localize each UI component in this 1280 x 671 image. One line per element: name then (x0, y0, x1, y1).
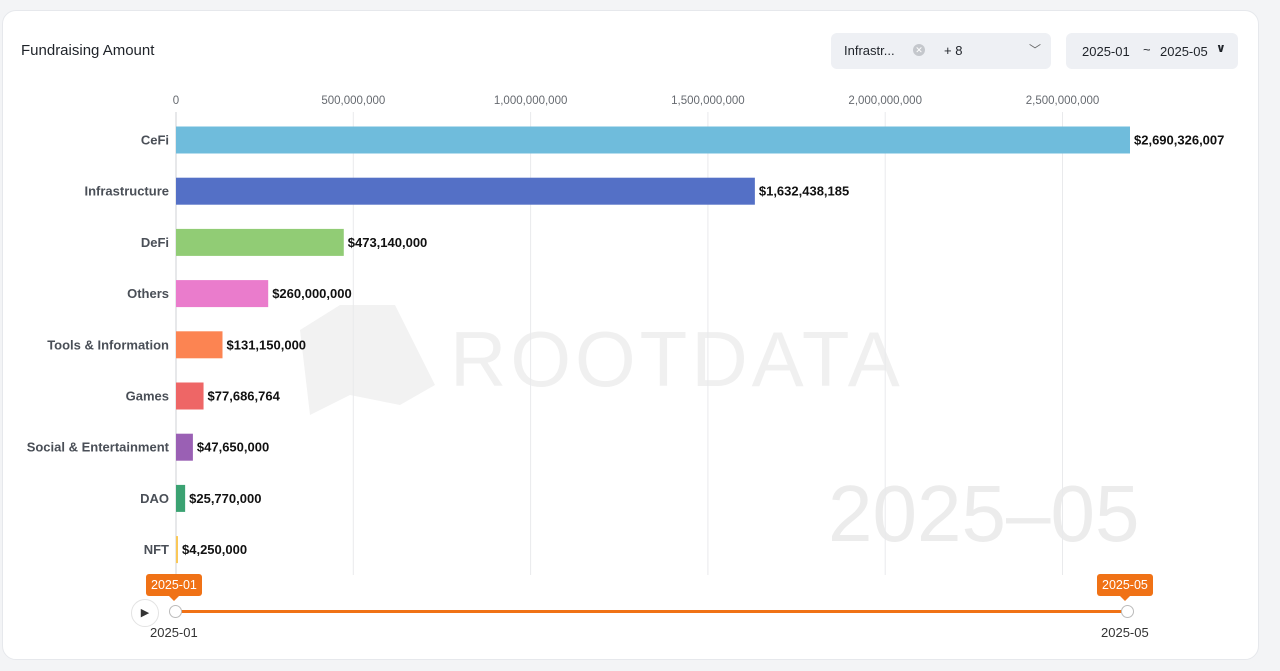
value-label: $260,000,000 (272, 286, 352, 301)
bar[interactable] (176, 331, 223, 359)
play-button[interactable]: ▶ (131, 599, 159, 627)
slider-end-badge: 2025-05 (1097, 574, 1153, 601)
watermark-period: 2025–05 (828, 469, 1139, 558)
bar[interactable] (176, 228, 344, 256)
category-label: Others (127, 286, 169, 301)
bar[interactable] (176, 382, 204, 410)
category-label: Games (126, 389, 169, 404)
bar[interactable] (176, 177, 755, 205)
x-tick-label: 500,000,000 (321, 95, 385, 107)
bar[interactable] (176, 536, 178, 564)
timeline-end-handle[interactable] (1121, 605, 1134, 618)
timeline-start-handle[interactable] (169, 605, 182, 618)
category-label: DeFi (141, 235, 169, 250)
bar[interactable] (176, 280, 269, 308)
watermark-logo-mark (300, 305, 435, 415)
value-label: $25,770,000 (189, 491, 261, 506)
value-label: $2,690,326,007 (1134, 133, 1224, 148)
watermark-logo-text: ROOTDATA (450, 315, 904, 403)
timeline-track[interactable] (176, 610, 1127, 613)
bar-chart: ROOTDATA 2025–05 0 500,000,000 1,000,000,0… (27, 95, 1224, 575)
value-label: $131,150,000 (227, 337, 307, 352)
category-label: Infrastructure (84, 184, 169, 199)
timeline-start-label: 2025-01 (150, 625, 198, 640)
value-label: $47,650,000 (197, 440, 269, 455)
category-label: NFT (144, 542, 169, 557)
value-label: $1,632,438,185 (759, 184, 849, 199)
x-tick-label: 2,000,000,000 (848, 95, 922, 107)
value-label: $4,250,000 (182, 542, 247, 557)
slider-start-badge: 2025-01 (146, 574, 202, 601)
x-tick-label: 1,500,000,000 (671, 95, 745, 107)
category-label: Social & Entertainment (27, 440, 170, 455)
bar[interactable] (176, 126, 1130, 154)
bar[interactable] (176, 484, 186, 512)
bar[interactable] (176, 433, 193, 461)
watermark: ROOTDATA 2025–05 (300, 305, 1139, 558)
value-label: $473,140,000 (348, 235, 428, 250)
x-tick-label: 0 (173, 95, 179, 107)
x-tick-label: 2,500,000,000 (1026, 95, 1100, 107)
category-label: Tools & Information (47, 337, 169, 352)
category-label: CeFi (141, 133, 169, 148)
x-tick-label: 1,000,000,000 (494, 95, 568, 107)
category-label: DAO (140, 491, 169, 506)
timeline-end-label: 2025-05 (1101, 625, 1149, 640)
value-label: $77,686,764 (208, 389, 281, 404)
